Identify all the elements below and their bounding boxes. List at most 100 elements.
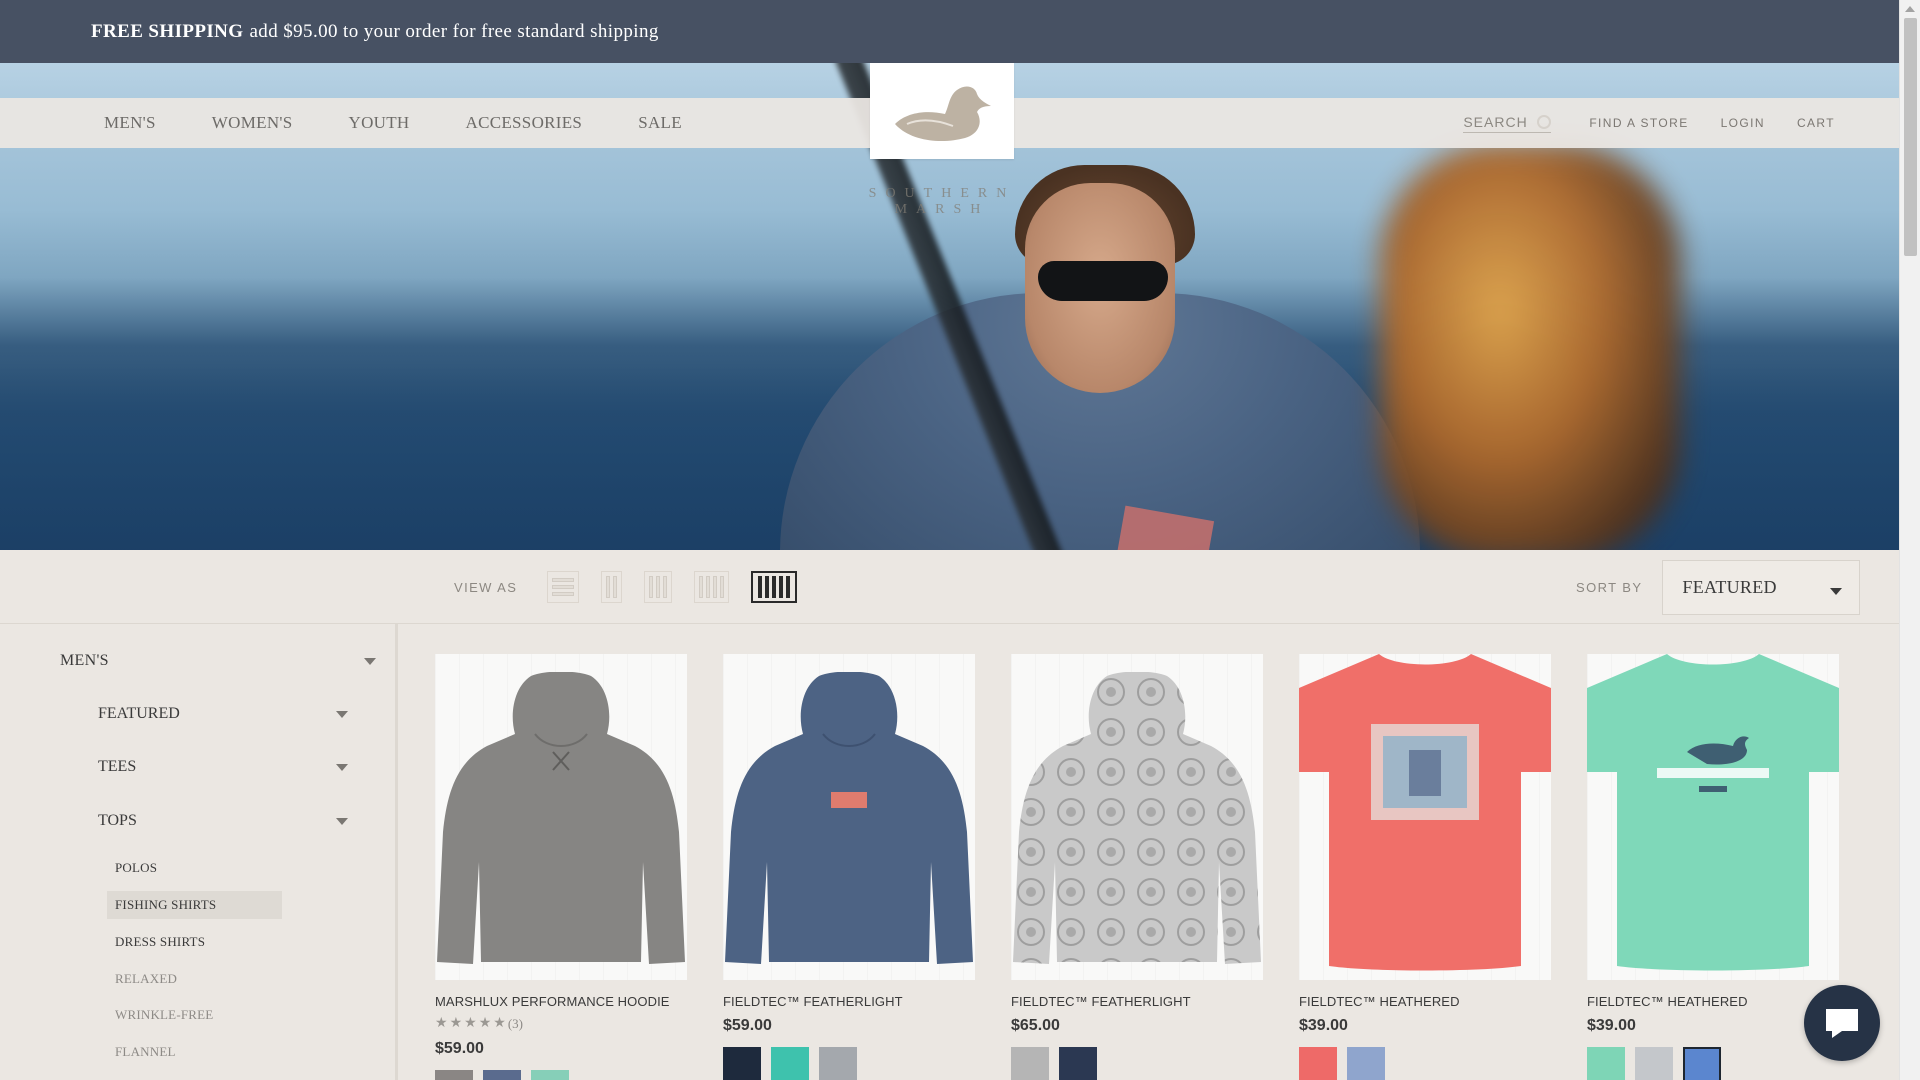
chat-bubble-icon bbox=[1826, 1009, 1858, 1038]
product-rating[interactable]: ★ ★ ★ ★ ★ (3) bbox=[435, 1015, 687, 1032]
color-swatch[interactable] bbox=[1011, 1047, 1049, 1080]
star-icon: ★ bbox=[478, 1016, 492, 1031]
color-swatch[interactable] bbox=[531, 1070, 569, 1080]
scrollbar-thumb[interactable] bbox=[1904, 18, 1917, 256]
chevron-down-icon[interactable] bbox=[364, 657, 376, 665]
chevron-down-icon bbox=[1830, 587, 1843, 595]
sidebar-item-relaxed[interactable]: RELAXED bbox=[107, 965, 282, 993]
category-sidebar: MEN'S FEATURED TEES TOPS POLOS FISHING S… bbox=[0, 624, 398, 1080]
search-icon[interactable] bbox=[1537, 114, 1552, 129]
product-name[interactable]: FIELDTEC™ HEATHERED bbox=[1587, 994, 1839, 1009]
nav-youth[interactable]: YOUTH bbox=[349, 113, 410, 133]
product-name[interactable]: FIELDTEC™ FEATHERLIGHT bbox=[723, 994, 975, 1009]
view-4-col-button[interactable] bbox=[694, 571, 730, 603]
nav-sale[interactable]: SALE bbox=[638, 113, 682, 133]
star-icon: ★ bbox=[435, 1016, 448, 1031]
color-swatch[interactable] bbox=[819, 1047, 857, 1080]
sidebar-item-dress-shirts[interactable]: DRESS SHIRTS bbox=[107, 928, 282, 956]
sidebar-item-tees[interactable]: TEES bbox=[98, 758, 348, 776]
product-card[interactable]: FIELDTEC™ FEATHERLIGHT $65.00 bbox=[1011, 654, 1263, 1080]
nav-mens[interactable]: MEN'S bbox=[104, 113, 156, 133]
color-swatch[interactable] bbox=[435, 1070, 473, 1080]
product-image[interactable] bbox=[1011, 654, 1263, 980]
cart-link[interactable]: CART bbox=[1797, 116, 1835, 130]
product-name[interactable]: FIELDTEC™ HEATHERED bbox=[1299, 994, 1551, 1009]
product-image[interactable] bbox=[1587, 654, 1839, 980]
color-swatch[interactable] bbox=[1347, 1047, 1385, 1080]
color-swatch[interactable] bbox=[771, 1047, 809, 1080]
color-swatches bbox=[723, 1047, 975, 1080]
sidebar-item-polos[interactable]: POLOS bbox=[107, 854, 282, 882]
color-swatch[interactable] bbox=[1299, 1047, 1337, 1080]
sort-selected-value: FEATURED bbox=[1682, 576, 1777, 597]
product-card[interactable]: FIELDTEC™ FEATHERLIGHT $59.00 bbox=[723, 654, 975, 1080]
rating-count: (3) bbox=[507, 1015, 523, 1031]
product-price: $39.00 bbox=[1299, 1017, 1348, 1034]
color-swatch[interactable] bbox=[723, 1047, 761, 1080]
sidebar-item-label: MEN'S bbox=[60, 652, 109, 669]
free-shipping-text: add $95.00 to your order for free standa… bbox=[249, 20, 659, 42]
color-swatch[interactable] bbox=[1683, 1047, 1721, 1080]
sort-by-group: SORT BY FEATURED bbox=[1576, 550, 1861, 624]
chevron-down-icon[interactable] bbox=[336, 817, 348, 825]
sidebar-item-label: TEES bbox=[98, 758, 137, 775]
view-list-button[interactable] bbox=[547, 571, 580, 603]
utility-menu: SEARCH FIND A STORE LOGIN CART bbox=[1463, 98, 1835, 148]
product-image[interactable] bbox=[723, 654, 975, 980]
tee-image-coral bbox=[1299, 654, 1551, 971]
login-link[interactable]: LOGIN bbox=[1721, 116, 1765, 130]
product-card[interactable]: FIELDTEC™ HEATHERED $39.00 bbox=[1299, 654, 1551, 1080]
page-scrollbar[interactable] bbox=[1899, 0, 1920, 1080]
sidebar-item-label: TOPS bbox=[98, 812, 137, 829]
view-2-col-button[interactable] bbox=[601, 571, 623, 603]
search-label[interactable]: SEARCH bbox=[1463, 114, 1537, 130]
tee-image-mint bbox=[1587, 654, 1839, 971]
color-swatch[interactable] bbox=[1587, 1047, 1625, 1080]
color-swatch[interactable] bbox=[1059, 1047, 1097, 1080]
sidebar-item-mens[interactable]: MEN'S bbox=[60, 652, 376, 670]
sidebar-item-fishing-shirts[interactable]: FISHING SHIRTS bbox=[107, 891, 282, 919]
product-price: $59.00 bbox=[723, 1017, 772, 1034]
brand-logo[interactable] bbox=[870, 63, 1014, 159]
sidebar-item-tops[interactable]: TOPS bbox=[98, 812, 348, 830]
view-5-col-button[interactable] bbox=[751, 571, 798, 603]
view-3-col-button[interactable] bbox=[644, 571, 673, 603]
hoodie-image-camo bbox=[1013, 672, 1261, 964]
product-image[interactable] bbox=[435, 654, 687, 980]
color-swatches bbox=[435, 1070, 687, 1080]
star-icon: ★ bbox=[493, 1016, 506, 1031]
chat-button[interactable] bbox=[1804, 985, 1880, 1061]
color-swatches bbox=[1299, 1047, 1551, 1080]
color-swatch[interactable] bbox=[1635, 1047, 1673, 1080]
product-image[interactable] bbox=[1299, 654, 1551, 980]
hoodie-image-blue bbox=[725, 672, 973, 964]
free-shipping-strong: FREE SHIPPING bbox=[91, 20, 244, 42]
free-shipping-banner: FREE SHIPPING add $95.00 to your order f… bbox=[0, 0, 1899, 63]
product-name[interactable]: MARSHLUX PERFORMANCE HOODIE bbox=[435, 994, 687, 1009]
sidebar-item-flannel[interactable]: FLANNEL bbox=[107, 1038, 282, 1066]
scroll-up-arrow-icon[interactable] bbox=[1905, 6, 1915, 12]
sidebar-item-featured[interactable]: FEATURED bbox=[98, 705, 348, 723]
view-as-group: VIEW AS bbox=[454, 550, 819, 624]
product-card[interactable]: FIELDTEC™ HEATHERED $39.00 bbox=[1587, 654, 1839, 1080]
fishing-reel bbox=[1380, 143, 1680, 550]
product-card[interactable]: MARSHLUX PERFORMANCE HOODIE ★ ★ ★ ★ ★ (3… bbox=[435, 654, 687, 1080]
star-icon: ★ bbox=[464, 1016, 477, 1031]
find-a-store-link[interactable]: FIND A STORE bbox=[1589, 116, 1688, 130]
sort-select[interactable]: FEATURED bbox=[1662, 559, 1861, 615]
star-icon: ★ bbox=[449, 1016, 463, 1031]
color-swatches bbox=[1587, 1047, 1839, 1080]
product-price: $59.00 bbox=[435, 1040, 484, 1057]
search-box[interactable]: SEARCH bbox=[1463, 114, 1552, 133]
category-menu: MEN'S WOMEN'S YOUTH ACCESSORIES SALE bbox=[104, 98, 738, 148]
nav-womens[interactable]: WOMEN'S bbox=[212, 113, 293, 133]
sidebar-item-label: FEATURED bbox=[98, 705, 180, 722]
chevron-down-icon[interactable] bbox=[336, 710, 348, 718]
color-swatch[interactable] bbox=[483, 1070, 521, 1080]
sort-by-label: SORT BY bbox=[1576, 579, 1643, 595]
chevron-down-icon[interactable] bbox=[336, 763, 348, 771]
product-price: $39.00 bbox=[1587, 1017, 1636, 1034]
product-name[interactable]: FIELDTEC™ FEATHERLIGHT bbox=[1011, 994, 1263, 1009]
nav-accessories[interactable]: ACCESSORIES bbox=[466, 113, 583, 133]
sidebar-item-wrinkle-free[interactable]: WRINKLE-FREE bbox=[107, 1001, 282, 1029]
